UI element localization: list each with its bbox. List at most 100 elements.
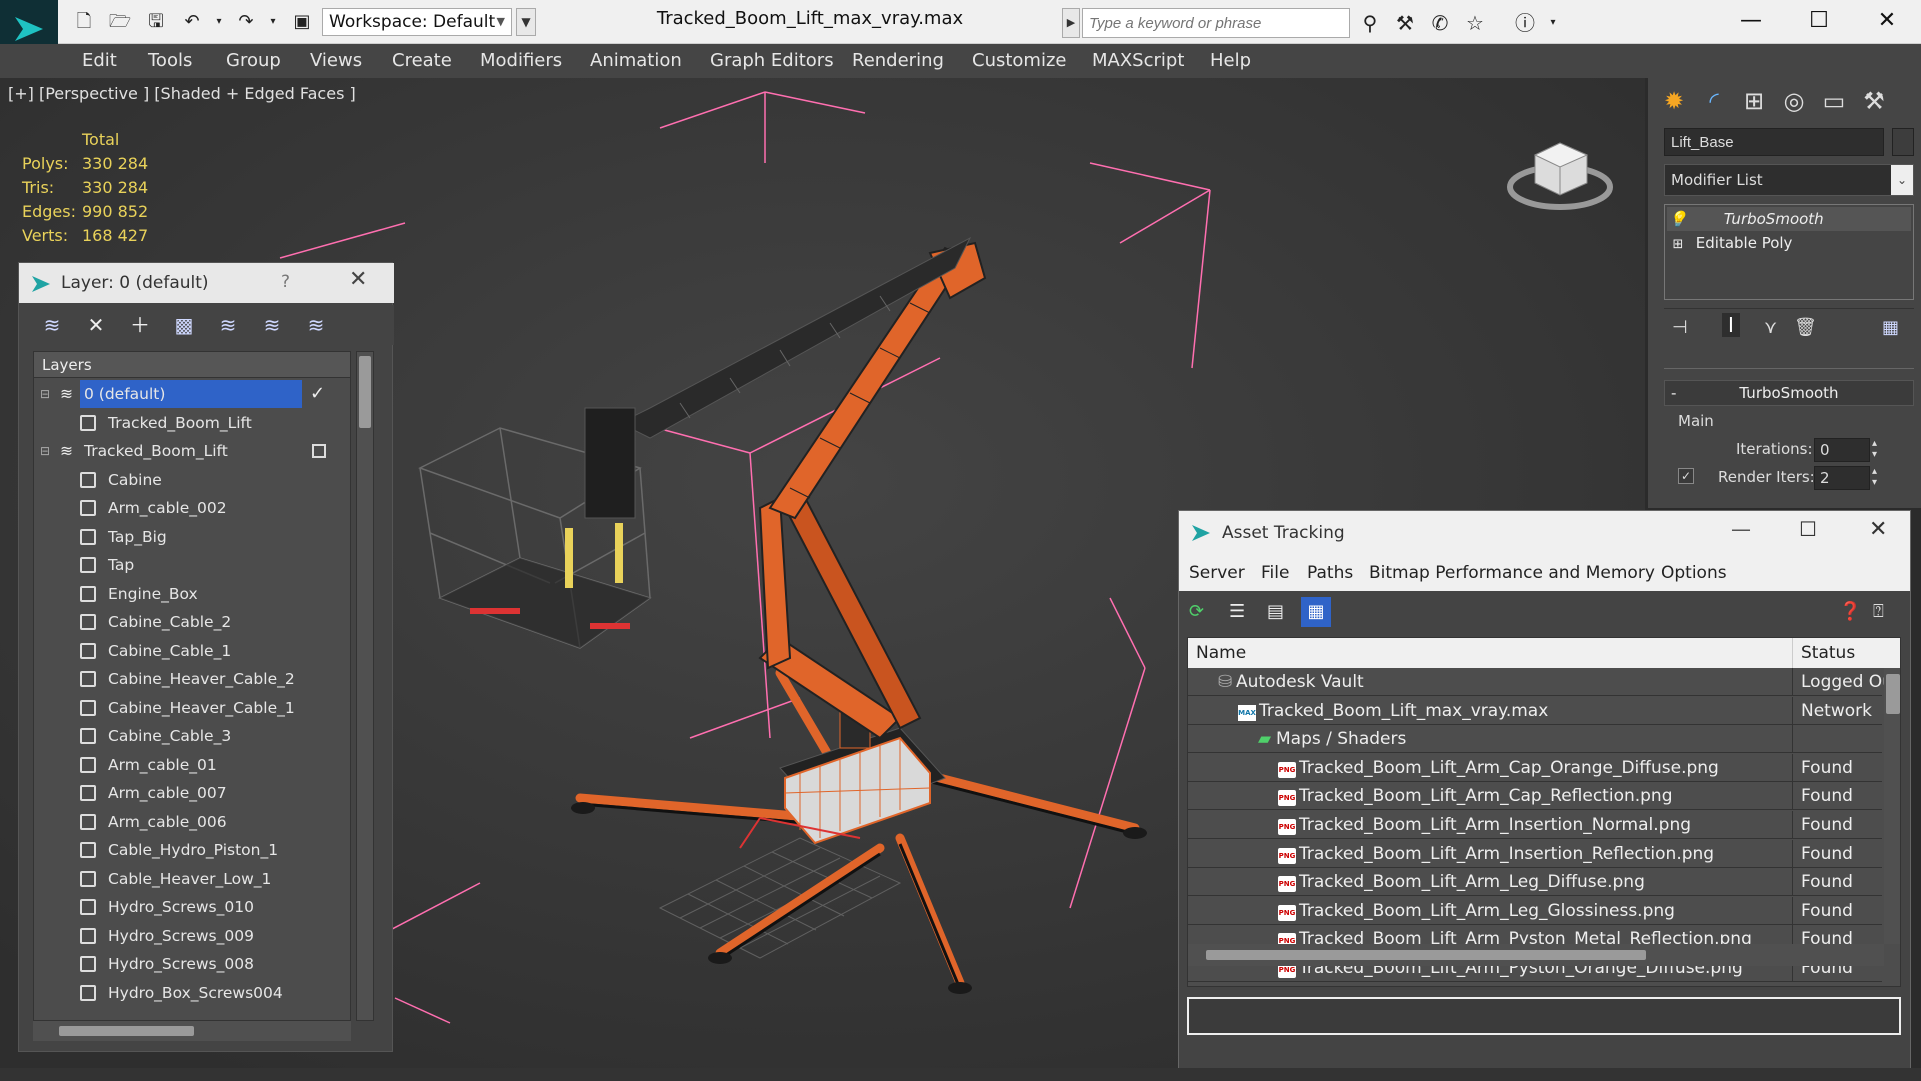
layer-row[interactable]: ⊟ ≋ Tracked_Boom_Lift: [34, 437, 350, 465]
tree-view-icon[interactable]: ▤: [1267, 601, 1284, 622]
asset-row[interactable]: MAX Tracked_Boom_Lift_max_vray.max Network: [1188, 696, 1882, 725]
maximize-button[interactable]: ☐: [1799, 517, 1817, 541]
search-expand-button[interactable]: ▶: [1062, 8, 1080, 38]
layer-row[interactable]: Tracked_Boom_Lift: [34, 409, 350, 437]
pin-stack-icon[interactable]: ⊣: [1672, 317, 1688, 338]
scroll-thumb[interactable]: [359, 356, 371, 428]
menu-views[interactable]: Views: [310, 50, 362, 71]
layer-row[interactable]: Cable_Hydro_Piston_1: [34, 836, 350, 864]
asset-row[interactable]: PNG Tracked_Boom_Lift_Arm_Cap_Orange_Diff…: [1188, 753, 1882, 782]
asset-menu-server[interactable]: Server: [1189, 563, 1245, 583]
maximize-button[interactable]: ☐: [1794, 4, 1844, 38]
object-name-field[interactable]: [1664, 128, 1884, 156]
turbosmooth-rollout-header[interactable]: - TurboSmooth: [1664, 380, 1914, 406]
menu-edit[interactable]: Edit: [82, 50, 117, 71]
hierarchy-tab-icon[interactable]: ⊞: [1736, 84, 1772, 118]
layer-row[interactable]: Hydro_Screws_008: [34, 950, 350, 978]
close-button[interactable]: ✕: [1862, 4, 1912, 38]
make-active-box-icon[interactable]: [312, 444, 326, 458]
menu-tools[interactable]: Tools: [148, 50, 192, 71]
asset-row[interactable]: PNG Tracked_Boom_Lift_Arm_Cap_Reflection.…: [1188, 782, 1882, 811]
lightbulb-icon[interactable]: 💡: [1667, 207, 1689, 231]
layer-row[interactable]: Cabine: [34, 466, 350, 494]
asset-row[interactable]: PNG Tracked_Boom_Lift_Arm_Leg_Glossiness.…: [1188, 896, 1882, 925]
delete-layer-icon[interactable]: ✕: [81, 311, 111, 339]
spinner-arrows-icon[interactable]: ▴ ▾: [1872, 438, 1877, 460]
show-end-result-icon[interactable]: I: [1722, 313, 1740, 337]
close-icon[interactable]: ✕: [349, 267, 367, 292]
redo-dropdown-icon[interactable]: ▾: [259, 9, 287, 35]
layer-panel-title[interactable]: Layer: 0 (default): [19, 263, 394, 303]
menu-rendering[interactable]: Rendering: [852, 50, 944, 71]
modifier-list-dropdown[interactable]: Modifier List ⌄: [1664, 164, 1914, 196]
hide-layers-icon[interactable]: ≋: [257, 311, 287, 339]
asset-row[interactable]: PNG Tracked_Boom_Lift_Arm_Insertion_Norma…: [1188, 811, 1882, 839]
select-objects-icon[interactable]: ▩: [169, 311, 199, 339]
table-view-icon[interactable]: ▦: [1301, 597, 1331, 627]
context-help-icon[interactable]: ⍰: [1873, 601, 1884, 622]
render-iters-spinner[interactable]: 2: [1814, 466, 1870, 490]
menu-maxscript[interactable]: MAXScript: [1092, 50, 1184, 71]
asset-menu-options[interactable]: Options: [1661, 563, 1727, 583]
create-tab-icon[interactable]: ✹: [1656, 84, 1692, 118]
vault-help-icon[interactable]: ❓: [1839, 601, 1861, 622]
layer-row[interactable]: Cabine_Heaver_Cable_2: [34, 665, 350, 693]
undo-dropdown-icon[interactable]: ▾: [205, 9, 233, 35]
layer-row[interactable]: Engine_Box: [34, 580, 350, 608]
project-folder-icon[interactable]: ▣: [288, 9, 316, 35]
layer-row[interactable]: Hydro_Box_Screws004: [34, 979, 350, 1007]
asset-menu-file[interactable]: File: [1261, 563, 1289, 583]
refresh-icon[interactable]: ⟳: [1189, 601, 1204, 622]
add-to-layer-icon[interactable]: ＋: [125, 311, 155, 339]
stack-item-editable-poly[interactable]: ⊞ Editable Poly: [1667, 231, 1911, 255]
asset-row[interactable]: ▰ Maps / Shaders: [1188, 725, 1882, 754]
layer-row[interactable]: Cabine_Heaver_Cable_1: [34, 694, 350, 722]
help-dropdown-icon[interactable]: ▾: [1538, 10, 1568, 36]
save-file-icon[interactable]: 🖫: [142, 9, 170, 35]
menu-group[interactable]: Group: [226, 50, 281, 71]
collapse-icon[interactable]: ⊟: [40, 380, 50, 408]
workspace-selector[interactable]: Workspace: Default ▼: [322, 8, 512, 36]
object-color-swatch[interactable]: [1892, 128, 1914, 156]
menu-graph-editors[interactable]: Graph Editors: [710, 50, 834, 71]
layer-vertical-scrollbar[interactable]: [356, 351, 374, 1021]
expand-plus-icon[interactable]: ⊞: [1667, 233, 1689, 257]
motion-tab-icon[interactable]: ◎: [1776, 84, 1812, 118]
render-iters-checkbox[interactable]: ✓: [1678, 468, 1694, 484]
layer-row[interactable]: ⊟ ≋ 0 (default) ✓: [34, 380, 350, 408]
close-button[interactable]: ✕: [1869, 517, 1887, 542]
layer-row[interactable]: Tap: [34, 551, 350, 579]
make-unique-icon[interactable]: ⋎: [1764, 317, 1777, 338]
layer-row[interactable]: Cabine_Cable_1: [34, 637, 350, 665]
stack-item-turbosmooth[interactable]: 💡 TurboSmooth: [1667, 207, 1911, 231]
asset-menu-paths[interactable]: Paths: [1307, 563, 1353, 583]
layer-row[interactable]: Arm_cable_01: [34, 751, 350, 779]
favorites-star-icon[interactable]: ☆: [1460, 10, 1490, 36]
collapse-icon[interactable]: ⊟: [40, 437, 50, 465]
redo-icon[interactable]: ↷: [232, 9, 260, 35]
help-icon[interactable]: ?: [281, 272, 290, 292]
layer-row[interactable]: Arm_cable_007: [34, 779, 350, 807]
viewport-label[interactable]: [+] [Perspective ] [Shaded + Edged Faces…: [8, 84, 356, 103]
scroll-thumb[interactable]: [59, 1026, 194, 1036]
scroll-thumb[interactable]: [1886, 674, 1900, 714]
workspace-menu-button[interactable]: ▼: [516, 8, 536, 36]
help-icon[interactable]: ⓘ: [1510, 10, 1540, 36]
utilities-tab-icon[interactable]: ⚒: [1856, 84, 1892, 118]
scroll-thumb[interactable]: [1206, 950, 1646, 960]
binoculars-icon[interactable]: ⚲: [1355, 10, 1385, 36]
iterations-spinner[interactable]: 0: [1814, 438, 1870, 462]
configure-sets-icon[interactable]: ▦: [1882, 317, 1899, 338]
menu-help[interactable]: Help: [1210, 50, 1251, 71]
layer-row[interactable]: Cable_Heaver_Low_1: [34, 865, 350, 893]
highlight-selected-icon[interactable]: ≋: [213, 311, 243, 339]
layer-horizontal-scrollbar[interactable]: [33, 1021, 351, 1041]
new-file-icon[interactable]: 🗋: [70, 9, 98, 35]
communication-icon[interactable]: ✆: [1425, 10, 1455, 36]
menu-animation[interactable]: Animation: [590, 50, 682, 71]
open-file-icon[interactable]: 🗁: [106, 9, 134, 35]
remove-modifier-icon[interactable]: 🗑: [1794, 317, 1817, 338]
layer-row[interactable]: Cabine_Cable_2: [34, 608, 350, 636]
display-tab-icon[interactable]: ▭: [1816, 84, 1852, 118]
minimize-button[interactable]: —: [1726, 4, 1776, 38]
